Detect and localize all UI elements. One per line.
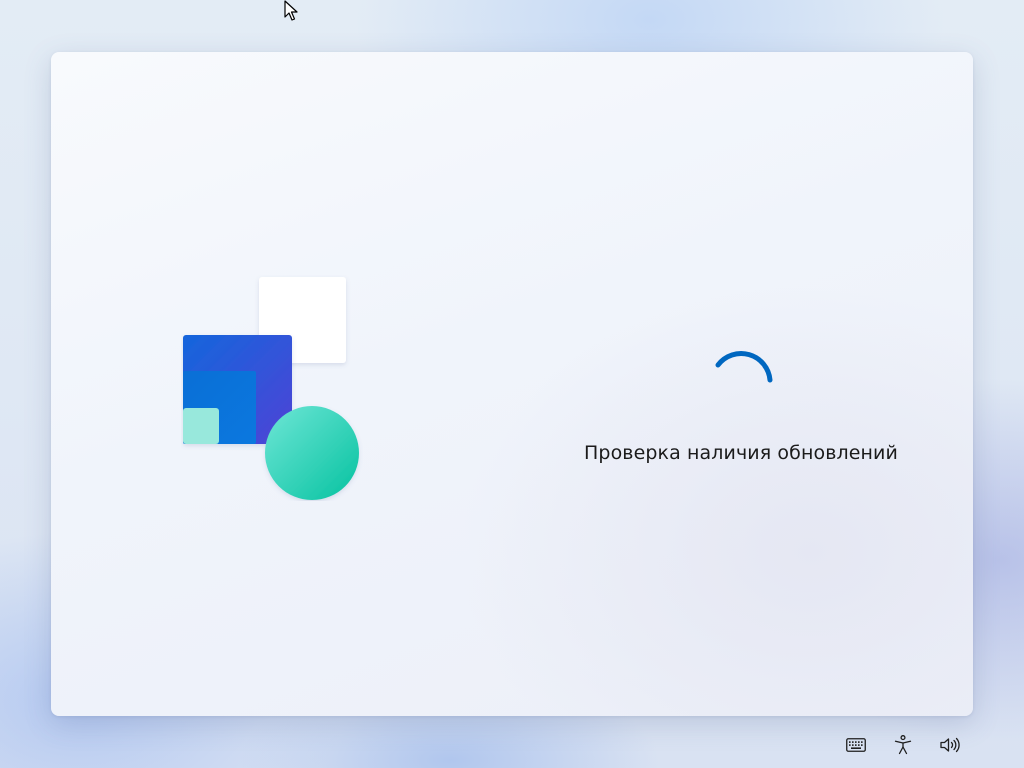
setup-card: Проверка наличия обновлений bbox=[51, 52, 973, 716]
keyboard-button[interactable] bbox=[844, 733, 868, 757]
loading-spinner-icon bbox=[715, 351, 773, 383]
windows-setup-illustration-icon bbox=[183, 277, 359, 500]
accessibility-icon bbox=[894, 735, 912, 755]
accessibility-button[interactable] bbox=[891, 733, 915, 757]
update-check-status-text: Проверка наличия обновлений bbox=[584, 442, 898, 464]
keyboard-icon bbox=[846, 738, 866, 752]
mouse-pointer-icon bbox=[284, 0, 298, 21]
volume-icon bbox=[940, 737, 960, 753]
volume-button[interactable] bbox=[939, 733, 963, 757]
